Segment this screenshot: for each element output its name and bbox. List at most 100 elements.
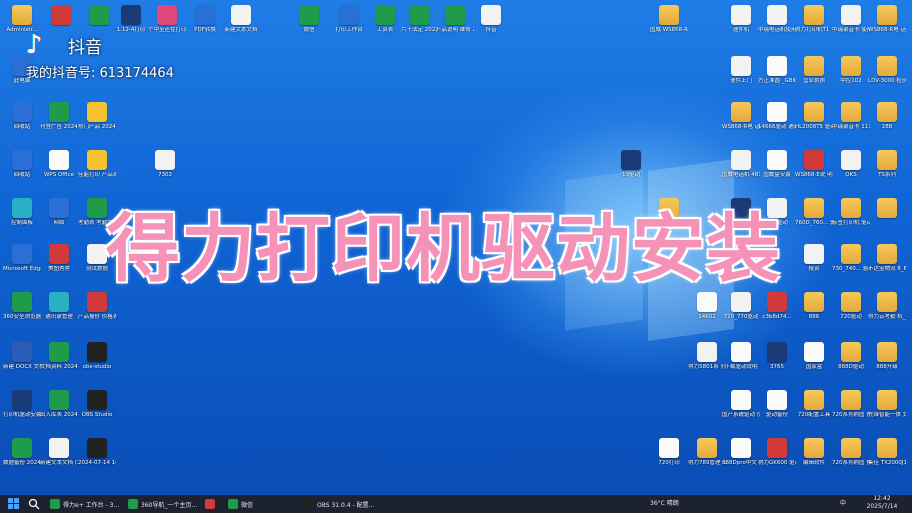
desktop-icon[interactable]: 720打印 — [650, 438, 688, 467]
desktop-icon[interactable]: 7302 — [146, 150, 184, 179]
desktop-icon[interactable]: 720配置工具 — [795, 390, 833, 419]
taskbar-app-button[interactable]: OBS 31.0.4 - 配置... — [304, 497, 374, 511]
desktop-icon[interactable]: 回收站 — [3, 150, 41, 179]
desktop-icon[interactable]: 速件上门 — [722, 56, 760, 85]
desktop-icon[interactable]: 19驱动 — [612, 150, 650, 179]
desktop-icon[interactable]: 中控102 — [832, 56, 870, 85]
file-icon — [804, 342, 824, 362]
desktop-icon[interactable]: OBS Studio — [78, 390, 116, 419]
desktop-icon[interactable]: 2024-07-14 10-52-56 — [78, 438, 116, 467]
desktop-icon[interactable]: 720系列刷固 件(解压版) — [832, 390, 870, 419]
taskbar-app-button[interactable] — [205, 497, 218, 511]
desktop-icon[interactable]: 国家盒 — [795, 342, 833, 371]
desktop-icon[interactable]: TS系列 — [868, 150, 906, 179]
desktop-icon[interactable]: 国威 WS868-R — [650, 5, 688, 34]
desktop-icon[interactable]: HL2008T5 驱动 — [795, 102, 833, 131]
desktop-icon[interactable]: 营业执照 — [795, 56, 833, 85]
desktop-icon[interactable]: 数据备份 2024年... — [3, 438, 41, 467]
desktop-icon[interactable]: 288 — [868, 102, 906, 131]
desktop-icon[interactable]: 美图秀秀 — [40, 244, 78, 273]
desktop-icon[interactable]: 控制面板 — [3, 198, 41, 227]
search-icon[interactable] — [28, 498, 40, 510]
desktop-icon[interactable]: LDV-3000 检测报告 — [868, 56, 906, 85]
desktop-icon[interactable]: PDF转换 — [186, 5, 224, 34]
taskbar-app-button[interactable]: 微信 — [228, 497, 253, 511]
taskbar-app-button[interactable]: 得力e+ 工作台 - 3... — [50, 497, 119, 511]
desktop-icon[interactable]: 中瑞录音卡 111 — [832, 102, 870, 131]
file-icon — [445, 5, 465, 25]
desktop-icon[interactable]: 回收站 — [3, 102, 41, 131]
desktop-icon[interactable]: 文档资料 2024年... — [40, 342, 78, 371]
input-language-indicator[interactable]: 中 — [840, 498, 846, 507]
desktop-icon[interactable]: 通讯录管理 — [40, 292, 78, 321]
desktop-icon[interactable]: 国威盒安装 — [758, 150, 796, 179]
taskbar-app-button[interactable]: 360导航_一个主页... — [128, 497, 197, 511]
desktop-icon[interactable]: 网络 — [40, 198, 78, 227]
desktop-icon[interactable]: Microsoft Edge — [3, 244, 41, 273]
desktop-icon[interactable]: 先锋智能一体 式管理软件 — [868, 390, 906, 419]
desktop-icon[interactable]: 打印机驱动安装 — [3, 390, 41, 419]
desktop-icon[interactable] — [42, 5, 80, 27]
desktop-icon[interactable] — [868, 198, 906, 220]
desktop-icon[interactable]: 集佳 TX2000J1A — [868, 438, 906, 467]
desktop-icon[interactable]: 720驱动 — [832, 292, 870, 321]
desktop-icon[interactable]: 佳能打印 产品说明 — [78, 150, 116, 179]
desktop-icon[interactable]: 不达宝物流 8_6.4T(6) — [868, 244, 906, 273]
desktop-icon[interactable]: obs-studio — [78, 342, 116, 371]
desktop-icon[interactable]: c3b8d74... — [758, 292, 796, 321]
desktop-icon[interactable]: 得力5801系 列 — [688, 342, 726, 371]
desktop-icon[interactable]: 国产系统驱动 仪报告 — [722, 390, 760, 419]
desktop-icon[interactable]: 出入库表 2024年... — [40, 390, 78, 419]
desktop-icon-label: 工资表 — [376, 27, 394, 33]
clock[interactable]: 12:42 2025/7/14 — [862, 495, 902, 511]
desktop-icon[interactable]: 刊登广告 2024年... — [40, 102, 78, 131]
desktop-icon[interactable]: 热门产品 2024年... — [78, 102, 116, 131]
desktop-icon[interactable]: 14602 — [688, 292, 726, 321]
desktop-icon[interactable]: 速件机 — [722, 5, 760, 34]
desktop-icon[interactable]: 方正准圆 _GBK(1) — [758, 56, 796, 85]
desktop-icon[interactable]: 14666驱动 通道 — [758, 102, 796, 131]
desktop-icon[interactable]: 720_770驱动 — [722, 292, 760, 321]
desktop-icon[interactable]: WS868-R电 话系统说明 — [868, 5, 906, 34]
desktop-icon-label: 标签打印机 驱动 23.9 — [832, 220, 870, 226]
desktop-icon[interactable]: 886 — [795, 292, 833, 321]
desktop-icon[interactable]: 新建文本文档 (3) — [40, 438, 78, 467]
desktop-icon[interactable]: WS868-E说 明书 — [795, 150, 833, 179]
desktop-icon[interactable]: 国威电话机 4814375 — [722, 150, 760, 179]
desktop-icon[interactable]: 产品报价 价格表 1 — [78, 292, 116, 321]
desktop-icon[interactable]: 下载驱动说明 — [722, 342, 760, 371]
desktop-icon[interactable]: 驱动备份 — [758, 390, 796, 419]
desktop-icon[interactable]: 个中至还在打印 — [148, 5, 186, 34]
desktop-icon[interactable]: 360安全浏览器 — [3, 292, 41, 321]
desktop-icon[interactable]: 产品说明 维修 2023年... — [436, 5, 474, 34]
desktop-icon[interactable]: 编辑软件 — [795, 438, 833, 467]
desktop-icon[interactable]: 888升级 — [868, 342, 906, 371]
windows-start-icon[interactable] — [8, 498, 20, 510]
desktop-icon[interactable]: 得力GK600 驱动 — [758, 438, 796, 467]
desktop-icon[interactable]: 工资表 — [366, 5, 404, 34]
desktop-icon[interactable]: WS868-R电 话系统说明 — [722, 102, 760, 131]
desktop-icon[interactable]: 新建文本文档 — [222, 5, 260, 34]
desktop-icon[interactable]: 720系列刷固 件(解压版) — [832, 438, 870, 467]
desktop-icon[interactable]: 730_740... 驱动 — [832, 244, 870, 273]
desktop-icon[interactable]: 3765 — [758, 342, 796, 371]
desktop-icon[interactable]: 888D驱动 — [832, 342, 870, 371]
desktop-icon[interactable]: OKS — [832, 150, 870, 179]
desktop-icon[interactable]: 六十法定 2023年... — [401, 5, 439, 34]
desktop-icon[interactable]: 888Dpro中文 驱动工具 — [722, 438, 760, 467]
desktop-icon[interactable]: 抖音 — [472, 5, 510, 34]
desktop-icon[interactable]: 中瑞电话机使用 — [758, 5, 796, 34]
desktop-icon[interactable]: 标签打印机 驱动 23.9 — [832, 198, 870, 227]
file-icon — [731, 438, 751, 458]
desktop-icon[interactable]: 得力789管理 工具 — [688, 438, 726, 467]
weather-widget[interactable]: 36°C 晴朗 — [650, 498, 679, 507]
file-icon — [157, 5, 177, 25]
desktop-icon[interactable]: 微信 — [290, 5, 328, 34]
desktop-icon[interactable]: 中瑞录音卡 使用说明 — [832, 5, 870, 34]
desktop-icon[interactable]: 得力云考勤 机_考勤系统 — [868, 292, 906, 321]
desktop-icon[interactable]: WPS Office — [40, 150, 78, 179]
desktop-icon[interactable]: 1.12-4打印 — [112, 5, 150, 34]
desktop-icon[interactable]: 新建 DOCX 文档 — [3, 342, 41, 371]
desktop-icon[interactable]: 得力打印机T1 于环证件 — [795, 5, 833, 34]
desktop-icon[interactable]: 打印工作台 — [330, 5, 368, 34]
